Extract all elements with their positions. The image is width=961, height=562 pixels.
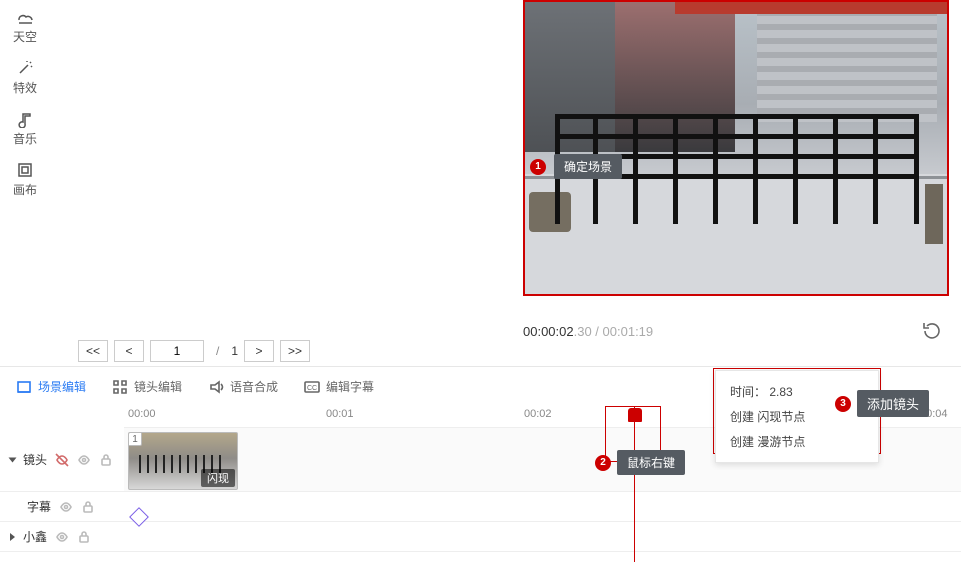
tab-shot-edit[interactable]: 镜头编辑 bbox=[112, 378, 182, 395]
music-note-icon bbox=[16, 110, 34, 128]
pager-slash: / bbox=[210, 344, 225, 358]
track-subtitle[interactable] bbox=[124, 492, 961, 522]
tab-scene-edit[interactable]: 场景编辑 bbox=[16, 378, 86, 395]
expand-toggle-camera[interactable] bbox=[9, 457, 17, 462]
track-row-subtitle: 字幕 bbox=[0, 492, 124, 522]
callout-2: 2 鼠标右键 bbox=[595, 450, 685, 475]
ctx-time-value: 2.83 bbox=[769, 385, 792, 399]
track-subtitle-label: 字幕 bbox=[27, 498, 51, 515]
callout-3-label: 添加镜头 bbox=[857, 390, 929, 417]
track-actor-label: 小鑫 bbox=[23, 528, 47, 545]
actor-eye-icon[interactable] bbox=[55, 530, 69, 544]
ruler-tick-2: 00:02 bbox=[524, 408, 552, 420]
clip-index: 1 bbox=[128, 432, 142, 446]
time-total: 00:01:19 bbox=[603, 324, 654, 339]
clip-tag: 闪现 bbox=[201, 469, 235, 487]
callout-1-label: 确定场景 bbox=[554, 154, 622, 179]
time-display: 00:00:02.30 / 00:01:19 bbox=[523, 324, 653, 339]
time-sep: / bbox=[592, 324, 603, 339]
pager-last[interactable]: >> bbox=[280, 340, 310, 362]
cc-icon: CC bbox=[304, 379, 320, 395]
pager-total: 1 bbox=[231, 344, 238, 358]
expand-toggle-actor[interactable] bbox=[10, 533, 15, 541]
track-labels: 镜头 字幕 小鑫 bbox=[0, 428, 124, 552]
camera-visibility-icon[interactable] bbox=[55, 453, 69, 467]
subtitle-eye-icon[interactable] bbox=[59, 500, 73, 514]
pager: << < / 1 > >> bbox=[78, 340, 310, 362]
ruler-tick-1: 00:01 bbox=[326, 408, 354, 420]
shot-edit-icon bbox=[112, 379, 128, 395]
scene-viewport[interactable] bbox=[523, 0, 949, 296]
tool-canvas-label: 画布 bbox=[13, 181, 37, 198]
track-row-camera: 镜头 bbox=[0, 428, 124, 492]
tab-tts[interactable]: 语音合成 bbox=[208, 378, 278, 395]
replay-icon bbox=[921, 320, 943, 342]
magic-wand-icon bbox=[16, 59, 34, 77]
ruler-tick-0: 00:00 bbox=[128, 408, 156, 420]
tool-canvas[interactable]: 画布 bbox=[0, 153, 50, 204]
tool-music[interactable]: 音乐 bbox=[0, 102, 50, 153]
playhead-handle-icon bbox=[628, 408, 642, 422]
camera-lock-icon[interactable] bbox=[99, 453, 113, 467]
callout-3: 3 添加镜头 bbox=[835, 390, 929, 417]
actor-lock-icon[interactable] bbox=[77, 530, 91, 544]
tab-tts-label: 语音合成 bbox=[230, 378, 278, 395]
camera-eye-icon[interactable] bbox=[77, 453, 91, 467]
pager-next[interactable]: > bbox=[244, 340, 274, 362]
pager-prev[interactable]: < bbox=[114, 340, 144, 362]
preview-area bbox=[50, 0, 961, 345]
playhead[interactable] bbox=[634, 406, 635, 562]
track-row-actor: 小鑫 bbox=[0, 522, 124, 552]
callout-2-badge: 2 bbox=[595, 455, 611, 471]
tool-music-label: 音乐 bbox=[13, 130, 37, 147]
sky-icon bbox=[16, 8, 34, 26]
tab-shot-edit-label: 镜头编辑 bbox=[134, 378, 182, 395]
track-camera-label: 镜头 bbox=[23, 451, 47, 468]
tool-sky[interactable]: 天空 bbox=[0, 0, 50, 51]
callout-3-badge: 3 bbox=[835, 396, 851, 412]
callout-1: 1 确定场景 bbox=[530, 154, 622, 179]
pager-input[interactable] bbox=[150, 340, 204, 362]
time-current-frac: .30 bbox=[574, 324, 592, 339]
tab-edit-subtitle-label: 编辑字幕 bbox=[326, 378, 374, 395]
callout-1-badge: 1 bbox=[530, 159, 546, 175]
tool-sky-label: 天空 bbox=[13, 28, 37, 45]
replay-button[interactable] bbox=[921, 320, 943, 342]
ctx-time-label: 时间： bbox=[730, 385, 766, 399]
pager-first[interactable]: << bbox=[78, 340, 108, 362]
subtitle-lock-icon[interactable] bbox=[81, 500, 95, 514]
track-actor[interactable] bbox=[124, 522, 961, 552]
canvas-icon bbox=[16, 161, 34, 179]
tab-edit-subtitle[interactable]: CC 编辑字幕 bbox=[304, 378, 374, 395]
tts-icon bbox=[208, 379, 224, 395]
tool-fx[interactable]: 特效 bbox=[0, 51, 50, 102]
camera-clip-1[interactable]: 1 闪现 bbox=[128, 432, 238, 490]
tab-scene-edit-label: 场景编辑 bbox=[38, 378, 86, 395]
time-current: 00:00:02 bbox=[523, 324, 574, 339]
scene-edit-icon bbox=[16, 379, 32, 395]
ctx-create-roam-node[interactable]: 创建 漫游节点 bbox=[716, 429, 878, 454]
svg-text:CC: CC bbox=[307, 385, 317, 392]
tool-fx-label: 特效 bbox=[13, 79, 37, 96]
callout-2-label: 鼠标右键 bbox=[617, 450, 685, 475]
